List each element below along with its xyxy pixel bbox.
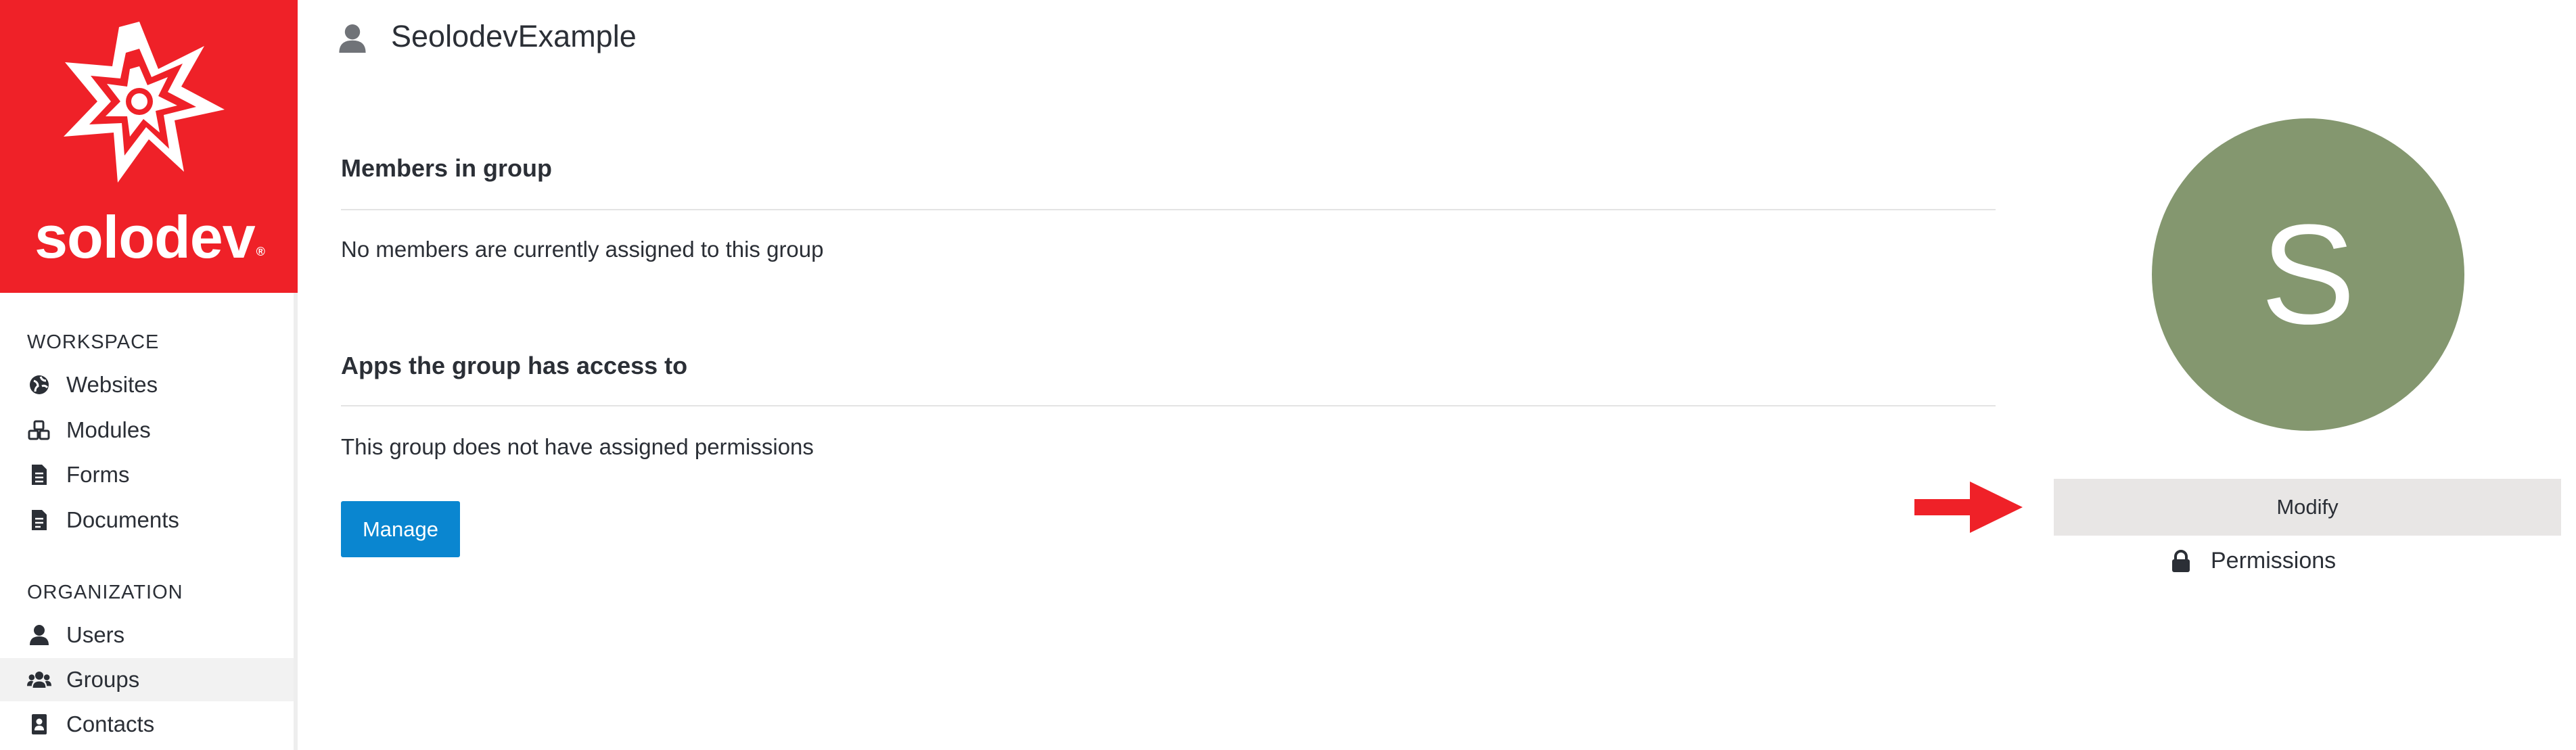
members-empty-text: No members are currently assigned to thi… (341, 237, 824, 262)
sidebar-item-websites[interactable]: Websites (0, 363, 294, 406)
permissions-label: Permissions (2211, 548, 2337, 573)
users-icon (27, 667, 51, 692)
globe-icon (27, 373, 51, 397)
avatar[interactable]: S (2152, 118, 2464, 431)
address-book-icon (27, 712, 51, 736)
arrow-right-icon (1914, 482, 2023, 536)
sidebar-item-modules[interactable]: Modules (0, 408, 294, 452)
sidebar-item-label: Websites (66, 372, 158, 397)
permissions-link[interactable]: Permissions (2171, 548, 2336, 574)
cubes-icon (27, 418, 51, 442)
document-icon (27, 508, 51, 532)
sidebar: solodev ® WORKSPACE Websites Modules Form… (0, 0, 298, 750)
user-icon (338, 23, 367, 57)
workspace-heading: WORKSPACE (27, 331, 160, 353)
avatar-letter: S (2260, 195, 2356, 354)
star-logo-icon (64, 22, 225, 183)
organization-heading: ORGANIZATION (27, 582, 183, 603)
lock-icon (2171, 549, 2190, 573)
sidebar-item-documents[interactable]: Documents (0, 498, 294, 542)
logo-wordmark: solodev ® (34, 204, 265, 271)
members-section-title: Members in group (341, 154, 553, 182)
modify-button[interactable]: Modify (2054, 479, 2561, 536)
form-document-icon (27, 463, 51, 487)
user-icon (27, 623, 51, 647)
page-title: SeolodevExample (391, 19, 637, 53)
sidebar-item-groups[interactable]: Groups (0, 658, 294, 701)
sidebar-item-users[interactable]: Users (0, 613, 294, 657)
sidebar-item-label: Forms (66, 462, 130, 487)
divider (341, 405, 1996, 406)
solodev-logo[interactable]: solodev ® (0, 0, 298, 293)
apps-empty-text: This group does not have assigned permis… (341, 434, 814, 459)
manage-button[interactable]: Manage (341, 501, 460, 557)
sidebar-item-label: Users (66, 622, 125, 647)
sidebar-item-label: Modules (66, 417, 151, 442)
sidebar-item-label: Contacts (66, 711, 155, 736)
sidebar-item-contacts[interactable]: Contacts (0, 703, 294, 746)
sidebar-item-label: Documents (66, 507, 179, 532)
sidebar-item-label: Groups (66, 667, 140, 692)
divider (341, 209, 1996, 210)
apps-section-title: Apps the group has access to (341, 352, 688, 379)
sidebar-item-forms[interactable]: Forms (0, 453, 294, 496)
